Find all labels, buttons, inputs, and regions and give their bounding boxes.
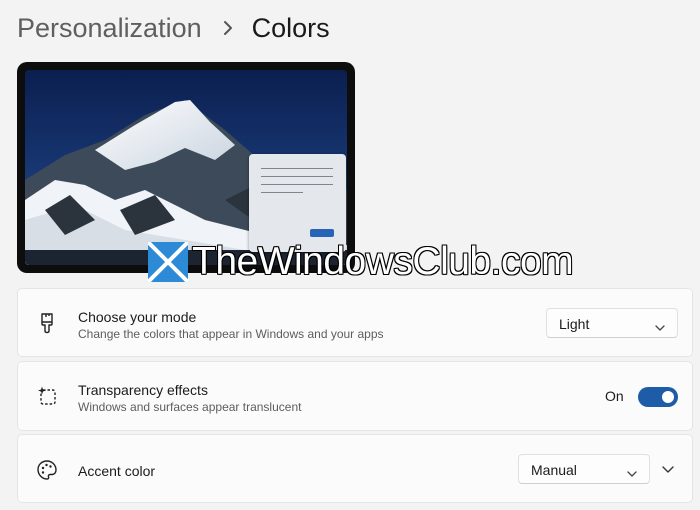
mode-dropdown-value: Light xyxy=(559,316,590,332)
brush-icon xyxy=(36,312,58,334)
sample-window xyxy=(249,154,346,252)
accent-dropdown-value: Manual xyxy=(531,462,577,478)
expand-chevron-icon[interactable] xyxy=(659,462,677,476)
sample-accent-button xyxy=(310,229,334,237)
toggle-state-label: On xyxy=(605,388,624,404)
setting-description: Windows and surfaces appear translucent xyxy=(78,400,302,414)
setting-title: Accent color xyxy=(78,463,156,479)
breadcrumb: Personalization Colors xyxy=(17,8,330,48)
chevron-right-icon xyxy=(222,19,234,37)
chevron-down-icon xyxy=(627,465,637,477)
transparency-icon xyxy=(36,385,58,407)
watermark: TheWindowsClub.com xyxy=(146,240,574,284)
transparency-toggle[interactable] xyxy=(638,387,678,407)
wallpaper-image xyxy=(25,70,347,265)
chevron-down-icon xyxy=(655,319,665,331)
setting-title: Transparency effects xyxy=(78,382,208,398)
mode-dropdown[interactable]: Light xyxy=(546,308,678,338)
accent-dropdown[interactable]: Manual xyxy=(518,454,650,484)
toggle-knob xyxy=(662,391,674,403)
setting-choose-mode: Choose your mode Change the colors that … xyxy=(17,288,693,357)
setting-description: Change the colors that appear in Windows… xyxy=(78,327,384,341)
breadcrumb-personalization[interactable]: Personalization xyxy=(17,13,202,44)
setting-transparency: Transparency effects Windows and surface… xyxy=(17,361,693,431)
watermark-text: TheWindowsClub.com xyxy=(192,240,574,283)
setting-accent-color: Accent color Manual xyxy=(17,434,693,503)
page-title: Colors xyxy=(251,12,330,43)
windows-logo-icon xyxy=(146,240,190,284)
setting-title: Choose your mode xyxy=(78,309,197,325)
palette-icon xyxy=(36,459,58,481)
